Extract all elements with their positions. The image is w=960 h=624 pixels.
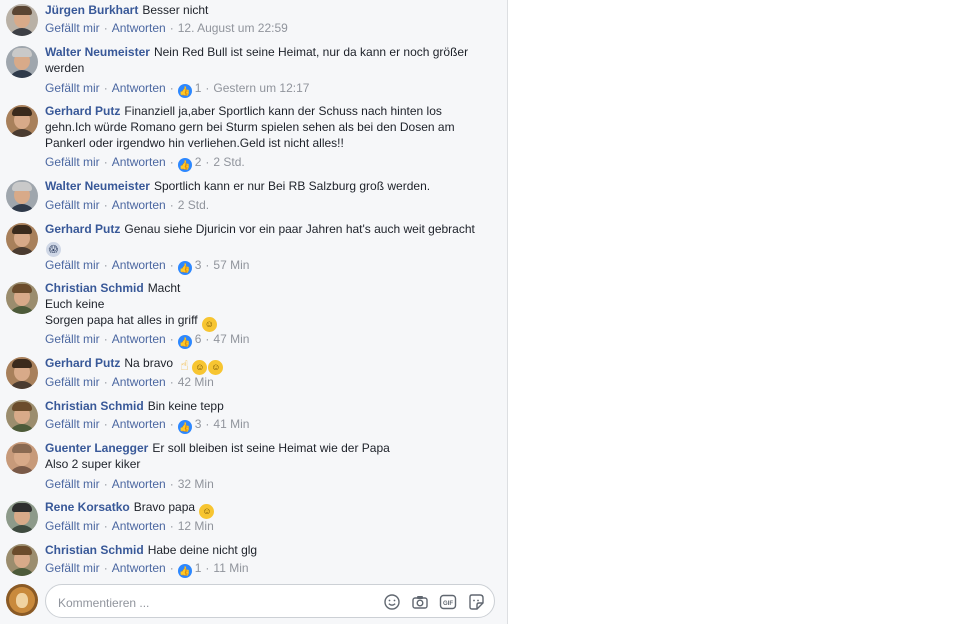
comment-text: Na bravo <box>124 356 174 370</box>
comment-author[interactable]: Jürgen Burkhart <box>45 3 138 17</box>
comment-text: Sportlich kann er nur Bei RB Salzburg gr… <box>153 179 431 193</box>
comment-time[interactable]: 2 Std. <box>213 155 244 169</box>
like-link[interactable]: Gefällt mir <box>45 375 100 389</box>
comment-input[interactable] <box>56 593 360 613</box>
comment-time[interactable]: 12. August um 22:59 <box>178 21 288 35</box>
like-count[interactable]: 1 <box>195 561 202 575</box>
svg-text:GIF: GIF <box>443 601 453 607</box>
comment-time[interactable]: 42 Min <box>178 375 214 389</box>
like-link[interactable]: Gefällt mir <box>45 81 100 95</box>
comment-time[interactable]: 41 Min <box>213 417 249 431</box>
like-link[interactable]: Gefällt mir <box>45 519 100 533</box>
emoji-smile-icon[interactable] <box>383 593 401 611</box>
sticker-icon[interactable] <box>467 593 485 611</box>
comment-text: Besser nicht <box>142 3 209 17</box>
comment-text: Bravo papa <box>133 500 196 514</box>
avatar[interactable] <box>6 105 38 137</box>
avatar[interactable] <box>6 223 38 255</box>
avatar[interactable] <box>6 442 38 474</box>
comment-author[interactable]: Christian Schmid <box>45 399 144 413</box>
shocked-face-emoji-icon: 😱 <box>46 242 61 257</box>
like-link[interactable]: Gefällt mir <box>45 198 100 212</box>
thumbs-up-icon: 👍 <box>177 564 192 578</box>
gif-icon[interactable]: GIF <box>439 593 457 611</box>
comment-author[interactable]: Gerhard Putz <box>45 104 120 118</box>
comment-time[interactable]: 47 Min <box>213 332 249 346</box>
comment-author[interactable]: Walter Neumeister <box>45 45 150 59</box>
comments-panel: Jürgen Burkhart Besser nicht Gefällt mir ·… <box>0 0 508 624</box>
laughing-face-emoji-icon: ☺ <box>208 360 224 375</box>
avatar[interactable] <box>6 4 38 36</box>
thumbs-up-icon: 👍 <box>177 420 192 434</box>
avatar[interactable] <box>6 400 38 432</box>
avatar[interactable] <box>6 357 38 389</box>
comment-text: Bin keine tepp <box>147 399 224 413</box>
comment-author[interactable]: Christian Schmid <box>45 281 144 295</box>
comment-author[interactable]: Christian Schmid <box>45 543 144 557</box>
like-link[interactable]: Gefällt mir <box>45 561 100 575</box>
thumbs-up-icon: 👍 <box>177 158 192 172</box>
like-link[interactable]: Gefällt mir <box>45 477 100 491</box>
comment-time[interactable]: 11 Min <box>213 561 248 575</box>
like-link[interactable]: Gefällt mir <box>45 21 100 35</box>
comment-author[interactable]: Walter Neumeister <box>45 179 150 193</box>
laughing-face-emoji-icon: ☺ <box>192 360 208 375</box>
like-link[interactable]: Gefällt mir <box>45 155 100 169</box>
reply-link[interactable]: Antworten <box>112 477 166 491</box>
comment-time[interactable]: 2 Std. <box>178 198 209 212</box>
avatar[interactable] <box>6 180 38 212</box>
like-count[interactable]: 3 <box>195 258 202 272</box>
comment-time[interactable]: 57 Min <box>213 258 249 272</box>
avatar[interactable] <box>6 46 38 78</box>
comment-composer[interactable]: GIF <box>45 584 495 618</box>
like-count[interactable]: 2 <box>195 155 202 169</box>
reply-link[interactable]: Antworten <box>112 332 166 346</box>
thumbs-up-emoji-icon: ☝ <box>180 357 189 373</box>
like-count[interactable]: 1 <box>195 81 202 95</box>
avatar[interactable] <box>6 501 38 533</box>
comment-author[interactable]: Gerhard Putz <box>45 356 120 370</box>
reply-link[interactable]: Antworten <box>112 417 166 431</box>
reply-link[interactable]: Antworten <box>112 519 166 533</box>
reply-link[interactable]: Antworten <box>112 198 166 212</box>
comment-text: Habe deine nicht glg <box>147 543 258 557</box>
comment-time[interactable]: 12 Min <box>178 519 214 533</box>
reply-link[interactable]: Antworten <box>112 258 166 272</box>
current-user-avatar[interactable] <box>6 584 38 616</box>
like-count[interactable]: 6 <box>195 332 202 346</box>
like-link[interactable]: Gefällt mir <box>45 417 100 431</box>
comment-author[interactable]: Guenter Lanegger <box>45 441 148 455</box>
comment-time[interactable]: 32 Min <box>178 477 214 491</box>
like-link[interactable]: Gefällt mir <box>45 332 100 346</box>
avatar[interactable] <box>6 282 38 314</box>
thumbs-up-icon: 👍 <box>177 261 192 275</box>
like-link[interactable]: Gefällt mir <box>45 258 100 272</box>
comment-time[interactable]: Gestern um 12:17 <box>213 81 309 95</box>
reply-link[interactable]: Antworten <box>112 21 166 35</box>
reply-link[interactable]: Antworten <box>112 561 166 575</box>
avatar[interactable] <box>6 544 38 576</box>
reply-link[interactable]: Antworten <box>112 81 166 95</box>
comment-author[interactable]: Rene Korsatko <box>45 500 130 514</box>
like-count[interactable]: 3 <box>195 417 202 431</box>
comment-author[interactable]: Gerhard Putz <box>45 222 120 236</box>
camera-icon[interactable] <box>411 593 429 611</box>
reply-link[interactable]: Antworten <box>112 155 166 169</box>
reply-link[interactable]: Antworten <box>112 375 166 389</box>
laughing-face-emoji-icon: ☺ <box>199 504 215 519</box>
thumbs-up-icon: 👍 <box>177 84 192 98</box>
grinning-face-emoji-icon: ☺ <box>201 317 217 332</box>
thumbs-up-icon: 👍 <box>177 335 192 349</box>
comment-text: Genau siehe Djuricin vor ein paar Jahren… <box>124 222 475 236</box>
